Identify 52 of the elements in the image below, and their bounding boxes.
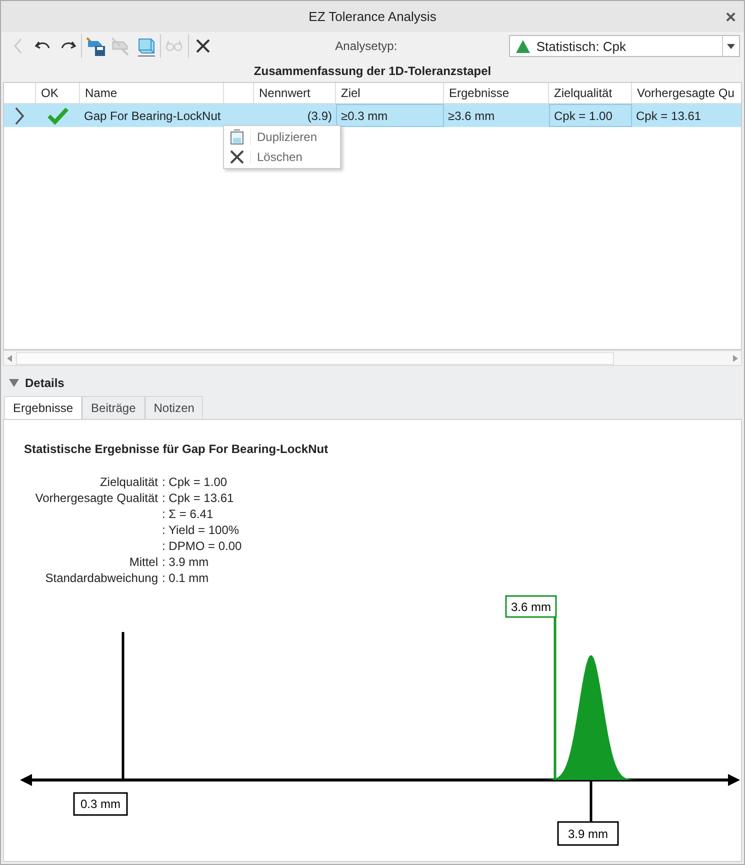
- stat-value: : Cpk = 13.61: [162, 490, 235, 506]
- table-cell: Cpk = 1.00: [554, 108, 612, 122]
- stat-label: Zielqualität: [98, 474, 158, 490]
- mean-line: [590, 781, 592, 822]
- menu-item[interactable]: Duplizieren: [224, 127, 340, 147]
- stat-value: : Cpk = 1.00: [162, 474, 228, 490]
- table-row[interactable]: Gap For Bearing-LockNut (3.9) ≥0.3 mm ≥3.6 mm Cpk = 1.00 Cpk = 13.61: [4, 104, 741, 127]
- analysis-type-dropdown[interactable]: Statistisch: Cpk: [509, 35, 740, 57]
- column-header[interactable]: Ergebnisse: [444, 83, 549, 103]
- close-button[interactable]: ×: [725, 7, 736, 28]
- stat-label: Mittel: [128, 554, 158, 570]
- scroll-right-icon[interactable]: [733, 354, 738, 362]
- stat-label: Standardabweichung: [44, 570, 158, 586]
- table-cell: (3.9): [307, 108, 332, 122]
- delete-icon[interactable]: [196, 39, 210, 53]
- results-heading: Statistische Ergebnisse für Gap For Bearing-LockNut: [24, 442, 330, 456]
- stat-label: Vorhergesagte Qualität: [34, 490, 158, 506]
- scrollbar[interactable]: [3, 350, 742, 366]
- tab[interactable]: Notizen: [144, 396, 204, 419]
- table-cell: ≥0.3 mm: [341, 108, 388, 122]
- column-header[interactable]: Name: [80, 83, 224, 103]
- caret-icon: [726, 44, 735, 48]
- tab[interactable]: Beiträge: [82, 396, 145, 419]
- tab[interactable]: Ergebnisse: [4, 396, 82, 419]
- scroll-left-icon[interactable]: [7, 354, 12, 362]
- stat-value: : Σ = 6.41: [162, 506, 214, 522]
- table-cell: Gap For Bearing-LockNut: [84, 108, 221, 122]
- analysis-type-label: Analysetyp:: [335, 39, 398, 53]
- mean-label: 3.9 mm: [557, 821, 619, 846]
- result-label: 3.6 mm: [505, 595, 557, 618]
- window-title: EZ Tolerance Analysis: [308, 9, 436, 24]
- column-header[interactable]: Vorhergesagte Qu: [632, 83, 741, 103]
- stat-value: : Yield = 100%: [162, 522, 240, 538]
- table-cell: Cpk = 13.61: [636, 108, 702, 122]
- section-title: Zusammenfassung der 1D-Toleranzstapel: [254, 64, 492, 78]
- stat-value: : 3.9 mm: [162, 554, 210, 570]
- triangle-icon: [516, 40, 530, 52]
- stat-value: : DPMO = 0.00: [162, 538, 243, 554]
- section-title: Details: [25, 376, 64, 390]
- target-label: 0.3 mm: [73, 792, 128, 816]
- delete-icon[interactable]: [230, 150, 244, 164]
- stat-value: : 0.1 mm: [162, 570, 210, 586]
- duplicate-icon: [229, 129, 245, 145]
- menu-item[interactable]: Löschen: [224, 147, 340, 167]
- column-header[interactable]: Nennwert: [254, 83, 336, 103]
- column-header[interactable]: Ziel: [336, 83, 444, 103]
- column-header[interactable]: Zielqualität: [549, 83, 632, 103]
- chevron-icon[interactable]: [15, 106, 25, 124]
- save-icon[interactable]: [85, 35, 108, 57]
- table-cell: ≥3.6 mm: [448, 108, 495, 122]
- column-header[interactable]: OK: [36, 83, 80, 103]
- expanded-triangle-icon[interactable]: [9, 379, 19, 387]
